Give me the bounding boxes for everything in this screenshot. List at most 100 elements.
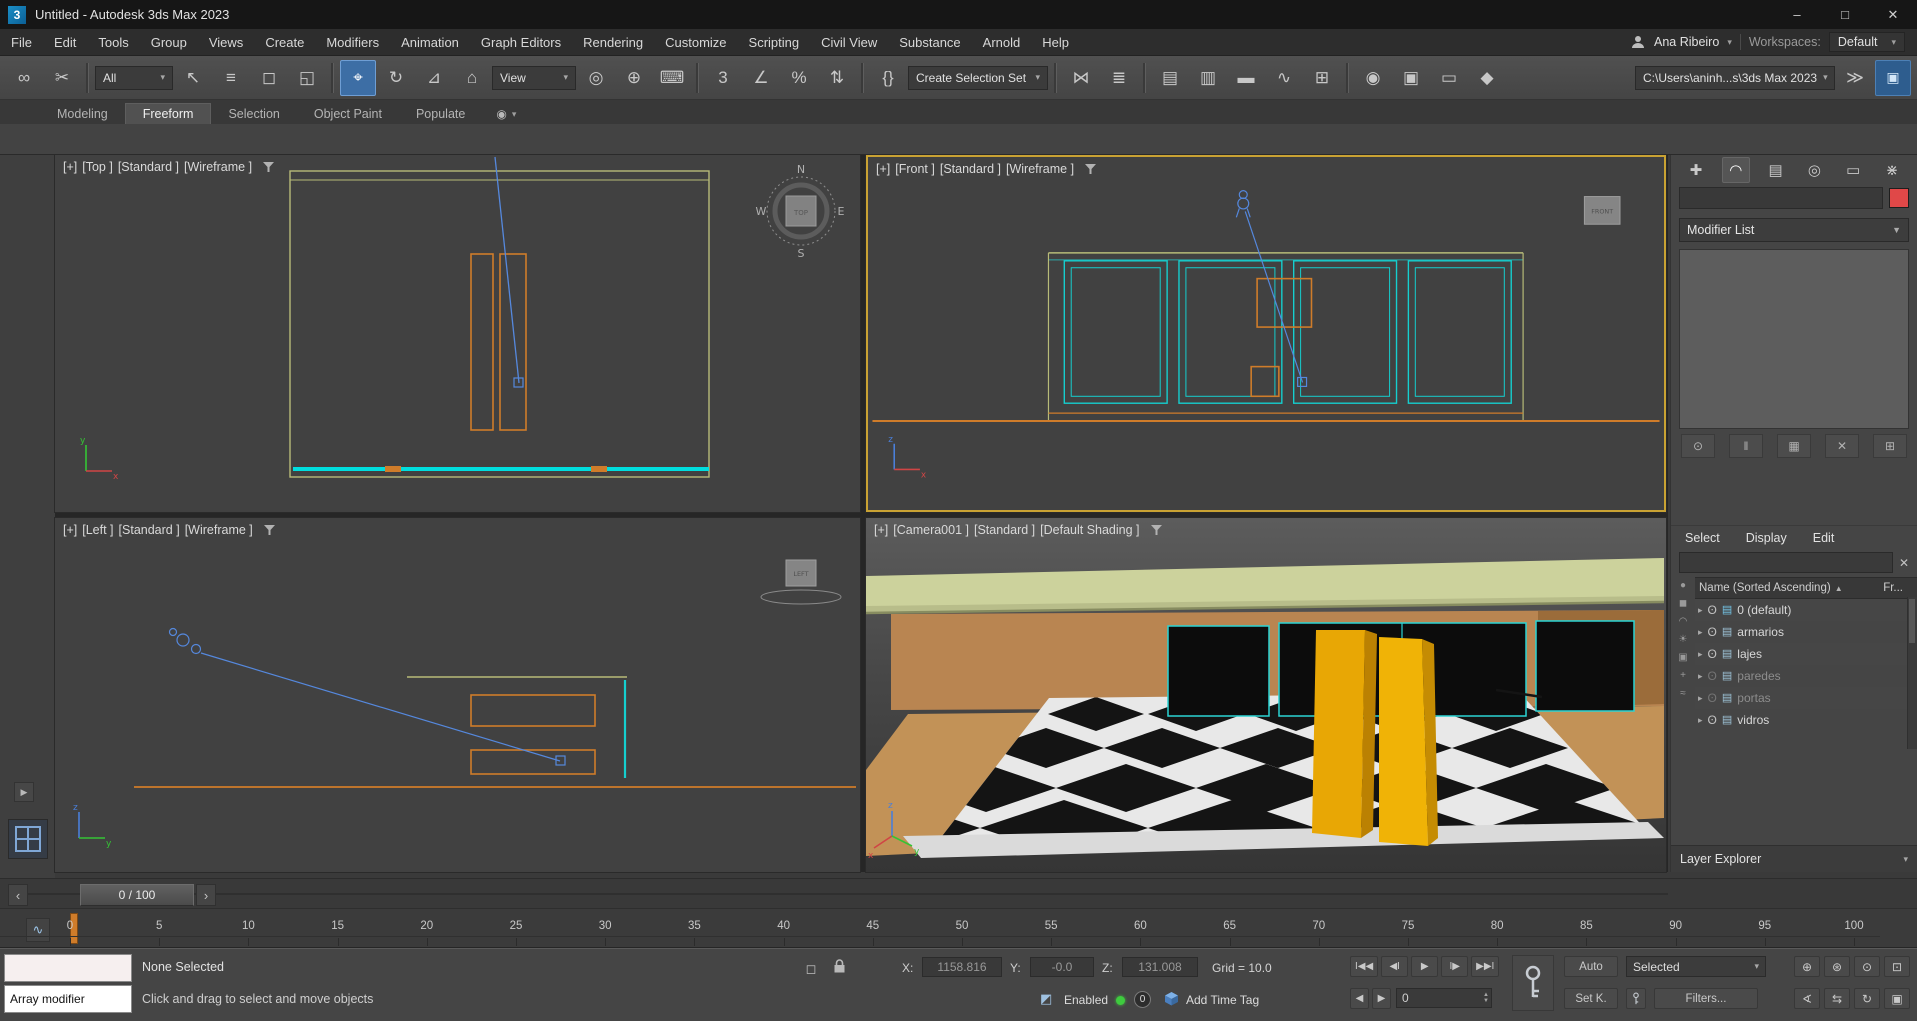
menu-help[interactable]: Help: [1031, 29, 1080, 55]
orbit-camera-button[interactable]: ↻: [1854, 988, 1880, 1009]
current-frame-field[interactable]: 0 ▲▼: [1396, 988, 1492, 1008]
object-color-swatch[interactable]: [1889, 188, 1909, 208]
go-to-start-button[interactable]: I◀◀: [1350, 956, 1378, 977]
explorer-menu-edit[interactable]: Edit: [1813, 531, 1835, 545]
front-viewport-canvas[interactable]: FRONT z x: [868, 157, 1664, 510]
expander-icon[interactable]: ▸: [1698, 627, 1703, 638]
schematic-view-icon[interactable]: ⊞: [1304, 60, 1340, 96]
layer-row-0-default[interactable]: ▸ʘ▤0 (default): [1695, 599, 1917, 621]
menu-views[interactable]: Views: [198, 29, 254, 55]
viewport-menu-view[interactable]: [Front ]: [895, 162, 935, 176]
display-lights-icon[interactable]: ☀: [1679, 634, 1688, 645]
frame-spinner[interactable]: ▲▼: [1483, 992, 1491, 1004]
adaptive-degradation-icon[interactable]: ◩: [1040, 991, 1052, 1007]
menu-customize[interactable]: Customize: [654, 29, 737, 55]
expander-icon[interactable]: ▸: [1698, 671, 1703, 682]
macro-recorder-box[interactable]: [4, 954, 132, 982]
expander-icon[interactable]: ▸: [1698, 605, 1703, 616]
viewport-menu-standard[interactable]: [Standard ]: [118, 160, 179, 174]
layer-row-paredes[interactable]: ▸ʘ▤paredes: [1695, 665, 1917, 687]
hierarchy-tab-icon[interactable]: ▤: [1763, 158, 1789, 182]
viewport-top[interactable]: [+] [Top ] [Standard ] [Wireframe ]: [55, 155, 860, 512]
next-frame-button[interactable]: I▶: [1441, 956, 1468, 977]
viewport-menu-view[interactable]: [Top ]: [82, 160, 113, 174]
visibility-eye-icon[interactable]: ʘ: [1708, 714, 1717, 726]
display-cameras-icon[interactable]: ▣: [1678, 652, 1687, 663]
frozen-column-header[interactable]: Fr...: [1883, 582, 1913, 594]
key-filters-button[interactable]: Filters...: [1654, 988, 1758, 1009]
name-column-header[interactable]: Name (Sorted Ascending): [1699, 582, 1831, 594]
angle-snap-toggle-icon[interactable]: ∠: [743, 60, 779, 96]
viewport-camera[interactable]: [+] [Camera001 ] [Standard ] [Default Sh…: [866, 518, 1666, 872]
viewport-filter-icon[interactable]: [264, 525, 275, 535]
unlink-selection-icon[interactable]: ✂: [44, 60, 80, 96]
layer-row-vidros[interactable]: ▸ʘ▤vidros: [1695, 709, 1917, 731]
ribbon-config-dropdown[interactable]: ◉ ▾: [496, 107, 516, 124]
toggle-layer-explorer-icon[interactable]: ▥: [1190, 60, 1226, 96]
layer-explorer-dropdown[interactable]: Layer Explorer ▾: [1671, 845, 1917, 872]
zoom-all-button[interactable]: ⊛: [1824, 956, 1850, 977]
modifier-stack-list[interactable]: [1679, 249, 1909, 429]
menu-file[interactable]: File: [0, 29, 43, 55]
modifier-list-dropdown[interactable]: Modifier List ▼: [1679, 218, 1909, 242]
door-panels-wireframe[interactable]: [471, 254, 526, 430]
select-and-rotate-icon[interactable]: ↻: [378, 60, 414, 96]
viewport-layout-tabs-icon[interactable]: [8, 819, 48, 859]
camera-viewport-canvas[interactable]: z x y: [866, 518, 1666, 872]
glass-panels-wireframe[interactable]: [1064, 261, 1511, 403]
render-production-icon[interactable]: ◆: [1469, 60, 1505, 96]
key-mode-next-button[interactable]: ▶: [1372, 988, 1391, 1009]
show-end-result-icon[interactable]: ‖: [1729, 434, 1763, 458]
minimize-button[interactable]: –: [1773, 0, 1821, 29]
viewport-menu-shading[interactable]: [Default Shading ]: [1040, 523, 1139, 537]
explorer-menu-display[interactable]: Display: [1746, 531, 1787, 545]
viewcube-front[interactable]: FRONT: [1584, 197, 1620, 225]
key-mode-previous-button[interactable]: ◀: [1350, 988, 1369, 1009]
track-bar[interactable]: ∿ 05101520253035404550556065707580859095…: [0, 908, 1917, 948]
isolate-selection-icon[interactable]: ◻: [800, 959, 822, 979]
paint-helper-figure[interactable]: [170, 629, 566, 766]
window-crossing-toggle-icon[interactable]: ◱: [289, 60, 325, 96]
menu-substance[interactable]: Substance: [888, 29, 971, 55]
layer-row-armarios[interactable]: ▸ʘ▤armarios: [1695, 621, 1917, 643]
menu-rendering[interactable]: Rendering: [572, 29, 654, 55]
viewport-menu-shading[interactable]: [Wireframe ]: [185, 523, 253, 537]
viewport-front-active[interactable]: [+] [Front ] [Standard ] [Wireframe ]: [866, 155, 1666, 512]
modify-tab-icon[interactable]: ◠: [1722, 157, 1750, 183]
edit-named-selection-sets-icon[interactable]: {}: [870, 60, 906, 96]
menu-create[interactable]: Create: [254, 29, 315, 55]
expander-icon[interactable]: ▸: [1698, 649, 1703, 660]
align-icon[interactable]: ≣: [1101, 60, 1137, 96]
display-helpers-icon[interactable]: +: [1680, 670, 1686, 681]
configure-modifier-sets-icon[interactable]: ⊞: [1873, 434, 1907, 458]
mirror-icon[interactable]: ⋈: [1063, 60, 1099, 96]
maximize-button[interactable]: □: [1821, 0, 1869, 29]
expand-arrow-button[interactable]: ▶: [14, 782, 34, 802]
create-tab-icon[interactable]: ✚: [1683, 158, 1709, 182]
select-and-link-icon[interactable]: ∞: [6, 60, 42, 96]
viewcube-left[interactable]: LEFT: [761, 560, 841, 604]
display-spacewarps-icon[interactable]: ≈: [1680, 688, 1686, 699]
play-animation-button[interactable]: ▶: [1411, 956, 1438, 977]
select-and-scale-icon[interactable]: ⊿: [416, 60, 452, 96]
expander-icon[interactable]: ▸: [1698, 693, 1703, 704]
y-coordinate-field[interactable]: -0.0: [1030, 957, 1094, 977]
user-menu-caret-icon[interactable]: ▾: [1727, 37, 1732, 48]
field-of-view-button[interactable]: ∢: [1794, 988, 1820, 1009]
time-tag-cube-icon[interactable]: [1164, 991, 1179, 1011]
visibility-eye-icon[interactable]: ʘ: [1708, 692, 1717, 704]
menu-edit[interactable]: Edit: [43, 29, 87, 55]
toggle-scene-explorer-icon[interactable]: ▤: [1152, 60, 1188, 96]
key-icon[interactable]: [1626, 988, 1646, 1009]
remove-modifier-icon[interactable]: ✕: [1825, 434, 1859, 458]
curve-editor-icon[interactable]: ∿: [1266, 60, 1302, 96]
zoom-extents-button[interactable]: ⊙: [1854, 956, 1880, 977]
previous-frame-arrow[interactable]: ‹: [8, 884, 28, 906]
selection-filter-dropdown[interactable]: All▾: [95, 66, 173, 90]
paint-helper-figure[interactable]: [1236, 191, 1306, 387]
workspace-dropdown[interactable]: Default ▾: [1829, 32, 1905, 52]
selection-lock-icon[interactable]: [832, 958, 847, 979]
keyboard-shortcut-override-toggle-icon[interactable]: ⌨: [654, 60, 690, 96]
zoom-button[interactable]: ⊕: [1794, 956, 1820, 977]
z-coordinate-field[interactable]: 131.008: [1122, 957, 1198, 977]
